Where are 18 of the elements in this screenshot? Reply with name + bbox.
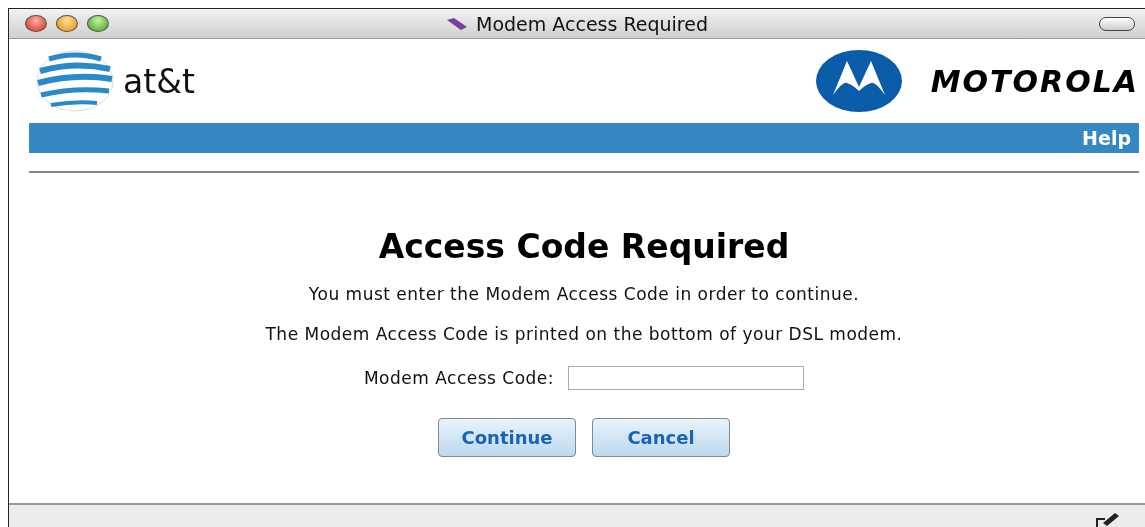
help-link[interactable]: Help: [1082, 127, 1131, 149]
brand-logo: at&t: [123, 61, 195, 101]
window-title: Modem Access Required: [476, 12, 708, 35]
access-code-field[interactable]: [568, 366, 805, 390]
toolbar-toggle-button[interactable]: [1099, 16, 1135, 31]
page-heading: Access Code Required: [378, 227, 790, 266]
cancel-button[interactable]: Cancel: [592, 418, 730, 457]
minimize-button[interactable]: [56, 15, 78, 32]
instruction-text: You must enter the Modem Access Code in order to continue.: [308, 284, 860, 304]
zoom-button[interactable]: [87, 15, 109, 32]
instruction-text: The Modem Access Code is printed on the bottom of your DSL modem.: [265, 324, 903, 344]
tag-icon: [446, 16, 468, 31]
continue-button[interactable]: Continue: [438, 418, 576, 457]
globe-icon: [35, 49, 115, 113]
brand-logo: MOTOROLA: [930, 63, 1139, 99]
m-logo-icon: [814, 49, 903, 113]
close-button[interactable]: [25, 15, 47, 32]
field-label: Modem Access Code:: [363, 368, 555, 388]
